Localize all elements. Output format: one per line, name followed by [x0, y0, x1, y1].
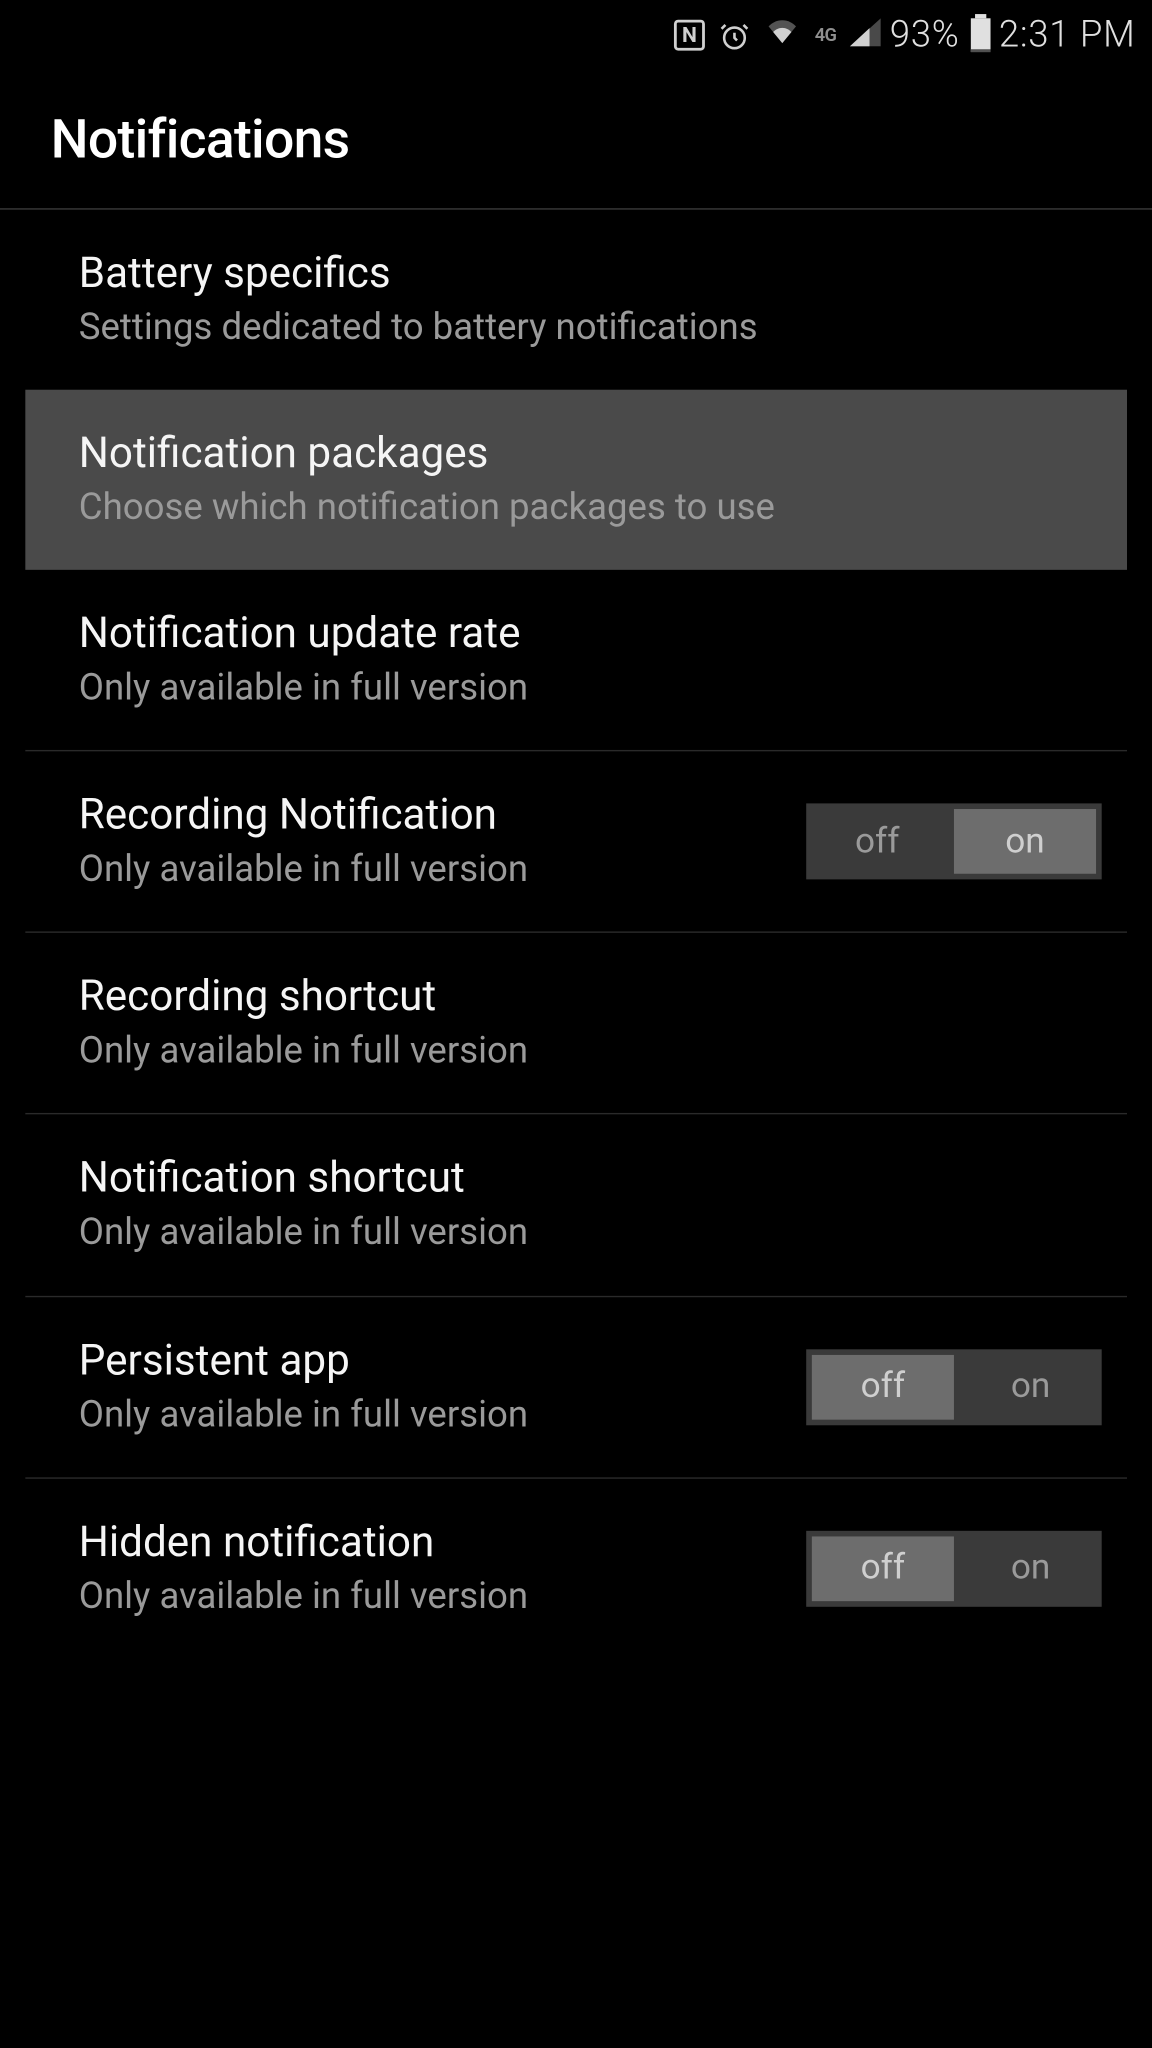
item-recording-shortcut[interactable]: Recording shortcut Only available in ful…	[0, 933, 1152, 1113]
toggle-off[interactable]: off	[806, 804, 948, 880]
alarm-icon	[719, 20, 750, 51]
battery-percent: 93%	[890, 14, 960, 56]
item-notification-packages[interactable]: Notification packages Choose which notif…	[25, 390, 1127, 570]
page-header: Notifications	[0, 70, 1152, 208]
item-title: Recording Notification	[79, 788, 778, 843]
page-title: Notifications	[51, 110, 1102, 172]
item-notification-shortcut[interactable]: Notification shortcut Only available in …	[0, 1115, 1152, 1295]
item-persistent-app[interactable]: Persistent app Only available in full ve…	[0, 1297, 1152, 1477]
battery-icon	[971, 18, 991, 52]
toggle-hidden-notification[interactable]: off on	[806, 1530, 1101, 1606]
status-bar: N 4G 93% 2:31	[0, 0, 1152, 70]
item-title: Notification update rate	[79, 607, 1102, 662]
item-title: Notification packages	[79, 426, 1102, 481]
toggle-off[interactable]: off	[812, 1354, 954, 1419]
status-time: 2:31 PM	[999, 14, 1136, 56]
item-title: Battery specifics	[79, 246, 1102, 301]
item-title: Persistent app	[79, 1333, 778, 1388]
item-title: Notification shortcut	[79, 1152, 1102, 1207]
item-battery-specifics[interactable]: Battery specifics Settings dedicated to …	[0, 210, 1152, 390]
item-hidden-notification[interactable]: Hidden notification Only available in fu…	[0, 1478, 1152, 1658]
item-title: Hidden notification	[79, 1515, 778, 1570]
toggle-off[interactable]: off	[812, 1536, 954, 1601]
item-notification-update-rate[interactable]: Notification update rate Only available …	[0, 570, 1152, 750]
item-subtitle: Choose which notification packages to us…	[79, 484, 1102, 533]
toggle-recording-notification[interactable]: off on	[806, 804, 1101, 880]
nfc-icon: N	[674, 20, 705, 51]
toggle-on[interactable]: on	[960, 1349, 1102, 1425]
item-title: Recording shortcut	[79, 970, 1102, 1025]
toggle-persistent-app[interactable]: off on	[806, 1349, 1101, 1425]
item-subtitle: Only available in full version	[79, 1391, 778, 1440]
toggle-on[interactable]: on	[954, 809, 1096, 874]
item-subtitle: Only available in full version	[79, 664, 1102, 713]
signal-icon	[850, 14, 881, 56]
settings-list: Battery specifics Settings dedicated to …	[0, 210, 1152, 1659]
item-subtitle: Only available in full version	[79, 1028, 1102, 1077]
item-subtitle: Settings dedicated to battery notificati…	[79, 304, 1102, 353]
toggle-on[interactable]: on	[960, 1530, 1102, 1606]
item-recording-notification[interactable]: Recording Notification Only available in…	[0, 752, 1152, 932]
wifi-icon	[764, 14, 801, 56]
network-type-label: 4G	[815, 25, 837, 46]
item-subtitle: Only available in full version	[79, 1573, 778, 1622]
item-subtitle: Only available in full version	[79, 846, 778, 895]
item-subtitle: Only available in full version	[79, 1209, 1102, 1258]
